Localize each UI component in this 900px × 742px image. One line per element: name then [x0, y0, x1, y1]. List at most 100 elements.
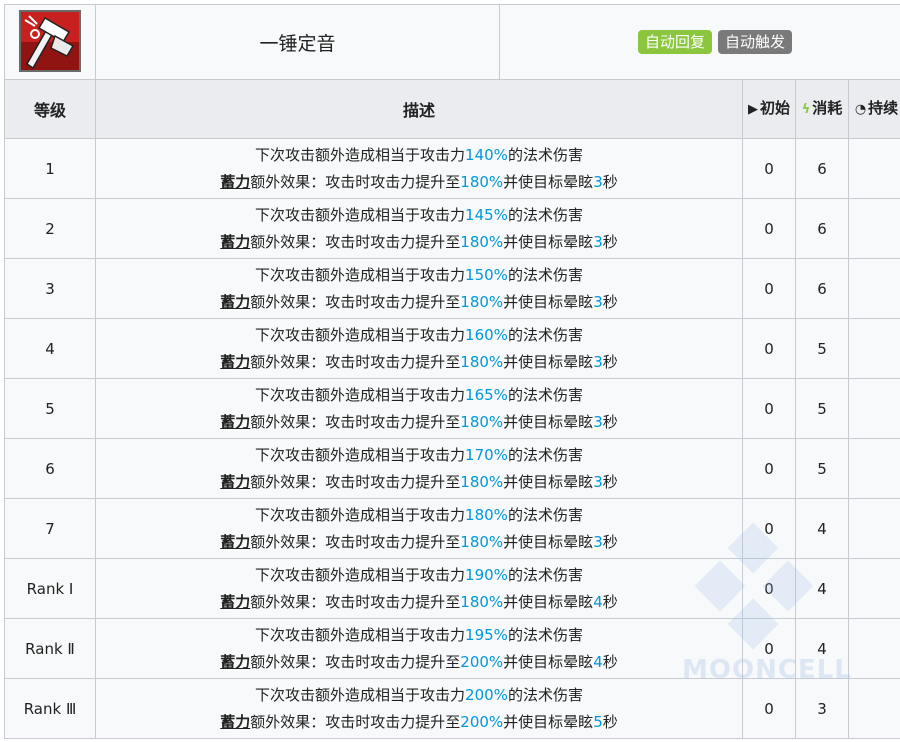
attack-value: 200% — [460, 712, 504, 731]
desc-text: 的法术伤害 — [507, 565, 583, 584]
desc-text: 的法术伤害 — [507, 625, 583, 644]
desc-text: 秒 — [602, 172, 618, 191]
col-header-level: 等级 — [4, 79, 96, 139]
desc-text: 额外效果：攻击时攻击力提升至 — [250, 532, 461, 551]
initial-sp: 0 — [742, 198, 796, 259]
charge-keyword-link[interactable]: 蓄力 — [220, 473, 250, 491]
charge-keyword-link[interactable]: 蓄力 — [220, 293, 250, 311]
clock-icon: ◔ — [854, 102, 867, 117]
desc-text: 秒 — [602, 712, 618, 731]
level-description: 下次攻击额外造成相当于攻击力145%的法术伤害 蓄力额外效果：攻击时攻击力提升至1… — [95, 198, 743, 259]
damage-value: 195% — [465, 625, 508, 644]
sp-cost: 5 — [795, 438, 849, 499]
tag-auto-recover: 自动回复 — [638, 30, 713, 54]
damage-value: 170% — [465, 445, 508, 464]
stun-seconds: 5 — [593, 712, 603, 731]
damage-value: 200% — [465, 685, 508, 704]
col-header-initial-label: 初始 — [759, 99, 790, 117]
duration — [847, 498, 900, 559]
desc-text: 下次攻击额外造成相当于攻击力 — [255, 505, 466, 524]
desc-text: 的法术伤害 — [507, 265, 583, 284]
skill-icon-cell — [4, 4, 96, 80]
charge-keyword-link[interactable]: 蓄力 — [220, 413, 250, 431]
sp-cost: 5 — [795, 318, 849, 379]
col-header-desc: 描述 — [95, 79, 743, 139]
hammer-skill-icon — [19, 10, 81, 72]
initial-sp: 0 — [742, 318, 796, 379]
initial-sp: 0 — [742, 258, 796, 319]
level-label: 2 — [4, 198, 96, 259]
col-header-duration-label: 持续 — [868, 99, 899, 117]
desc-text: 的法术伤害 — [507, 445, 583, 464]
level-rows: 1 下次攻击额外造成相当于攻击力140%的法术伤害 蓄力额外效果：攻击时攻击力提升至… — [4, 138, 900, 739]
desc-text: 并使目标晕眩 — [503, 532, 594, 551]
level-row: Rank Ⅰ 下次攻击额外造成相当于攻击力190%的法术伤害 蓄力额外效果：攻击时攻… — [4, 558, 900, 619]
damage-value: 145% — [465, 205, 508, 224]
duration — [847, 318, 900, 379]
desc-text: 秒 — [602, 232, 618, 251]
level-description: 下次攻击额外造成相当于攻击力195%的法术伤害蓄力额外效果：攻击时攻击力提升至2… — [95, 618, 743, 679]
tag-auto-trigger: 自动触发 — [718, 30, 793, 54]
desc-text: 的法术伤害 — [507, 385, 583, 404]
level-row: 2 下次攻击额外造成相当于攻击力145%的法术伤害 蓄力额外效果：攻击时攻击力提升至… — [4, 198, 900, 259]
desc-text: 下次攻击额外造成相当于攻击力 — [255, 385, 466, 404]
duration — [847, 558, 900, 619]
charge-keyword-link[interactable]: 蓄力 — [220, 233, 250, 251]
stun-seconds: 3 — [593, 172, 603, 191]
col-header-duration: ◔ 持续 — [847, 79, 900, 139]
duration — [847, 378, 900, 439]
sp-cost: 6 — [795, 138, 849, 199]
desc-text: 并使目标晕眩 — [503, 352, 594, 371]
charge-keyword-link[interactable]: 蓄力 — [220, 713, 250, 731]
damage-value: 165% — [465, 385, 508, 404]
desc-text: 秒 — [602, 352, 618, 371]
level-row: 7 下次攻击额外造成相当于攻击力180%的法术伤害 蓄力额外效果：攻击时攻击力提升至… — [4, 498, 900, 559]
stun-seconds: 3 — [593, 412, 603, 431]
desc-text: 并使目标晕眩 — [503, 292, 594, 311]
desc-text: 秒 — [602, 592, 618, 611]
level-row: Rank Ⅲ 下次攻击额外造成相当于攻击力200%的法术伤害 蓄力额外效果：攻击时攻… — [4, 678, 900, 739]
charge-keyword-link[interactable]: 蓄力 — [220, 653, 250, 671]
stun-seconds: 3 — [593, 532, 603, 551]
desc-text: 并使目标晕眩 — [503, 412, 594, 431]
charge-keyword-link[interactable]: 蓄力 — [220, 353, 250, 371]
level-row: 4 下次攻击额外造成相当于攻击力160%的法术伤害 蓄力额外效果：攻击时攻击力提升至… — [4, 318, 900, 379]
stun-seconds: 3 — [593, 472, 603, 491]
level-row: 6 下次攻击额外造成相当于攻击力170%的法术伤害 蓄力额外效果：攻击时攻击力提升至… — [4, 438, 900, 499]
sp-cost: 5 — [795, 378, 849, 439]
desc-text: 下次攻击额外造成相当于攻击力 — [255, 325, 466, 344]
desc-text: 额外效果：攻击时攻击力提升至 — [250, 592, 461, 611]
level-description: 下次攻击额外造成相当于攻击力140%的法术伤害 蓄力额外效果：攻击时攻击力提升至1… — [95, 138, 743, 199]
stun-seconds: 3 — [593, 232, 603, 251]
desc-text: 下次攻击额外造成相当于攻击力 — [255, 265, 466, 284]
level-label: 4 — [4, 318, 96, 379]
desc-text: 额外效果：攻击时攻击力提升至 — [250, 652, 461, 671]
col-header-cost: ϟ 消耗 — [795, 79, 849, 139]
charge-keyword-link[interactable]: 蓄力 — [220, 173, 250, 191]
lightning-icon: ϟ — [801, 102, 811, 117]
damage-value: 190% — [465, 565, 508, 584]
duration — [847, 258, 900, 319]
stun-seconds: 4 — [593, 592, 603, 611]
desc-text: 下次攻击额外造成相当于攻击力 — [255, 625, 466, 644]
desc-text: 秒 — [602, 532, 618, 551]
charge-keyword-link[interactable]: 蓄力 — [220, 533, 250, 551]
level-row: 3 下次攻击额外造成相当于攻击力150%的法术伤害 蓄力额外效果：攻击时攻击力提升至… — [4, 258, 900, 319]
attack-value: 180% — [460, 592, 504, 611]
level-label: 1 — [4, 138, 96, 199]
attack-value: 180% — [460, 532, 504, 551]
initial-sp: 0 — [742, 378, 796, 439]
charge-keyword-link[interactable]: 蓄力 — [220, 593, 250, 611]
desc-text: 的法术伤害 — [507, 325, 583, 344]
desc-text: 并使目标晕眩 — [503, 232, 594, 251]
level-description: 下次攻击额外造成相当于攻击力165%的法术伤害 蓄力额外效果：攻击时攻击力提升至1… — [95, 378, 743, 439]
initial-sp: 0 — [742, 678, 796, 739]
attack-value: 180% — [460, 172, 504, 191]
stun-seconds: 4 — [593, 652, 603, 671]
desc-text: 秒 — [602, 652, 618, 671]
skill-header-row: 一锤定音 自动回复 自动触发 — [4, 4, 900, 80]
attack-value: 200% — [460, 652, 504, 671]
sp-cost: 6 — [795, 258, 849, 319]
sp-cost: 4 — [795, 498, 849, 559]
col-header-cost-label: 消耗 — [812, 99, 843, 117]
